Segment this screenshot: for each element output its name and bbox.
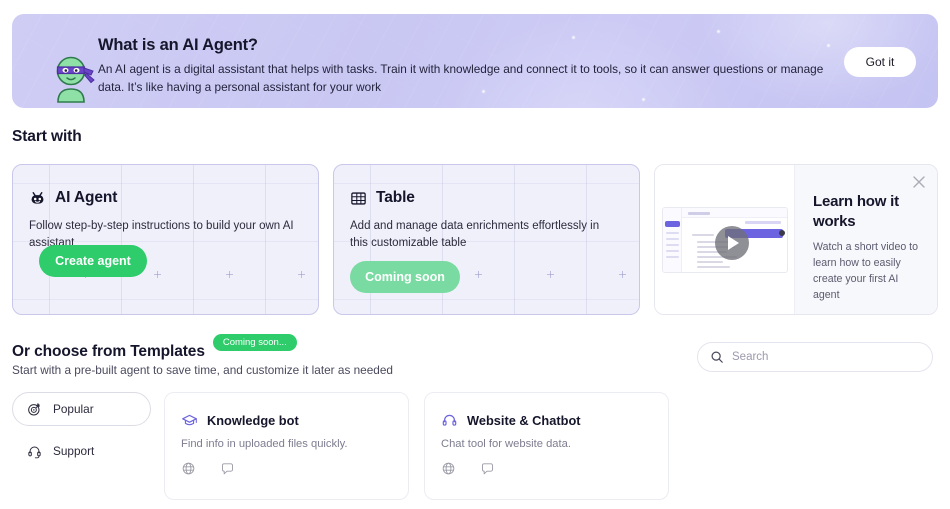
- card-title: Table: [376, 189, 415, 206]
- play-triangle: [728, 236, 739, 250]
- graduation-cap-icon: [181, 412, 198, 429]
- thumb-text-line: [697, 266, 730, 268]
- got-it-button[interactable]: Got it: [844, 47, 916, 77]
- search-icon: [710, 350, 724, 364]
- learn-text-pane: Learn how it works Watch a short video t…: [795, 165, 937, 314]
- template-card-description: Chat tool for website data.: [441, 438, 571, 450]
- globe-icon[interactable]: [441, 461, 456, 476]
- templates-subheading: Start with a pre-built agent to save tim…: [12, 363, 393, 377]
- template-card-title: Knowledge bot: [207, 413, 299, 428]
- templates-heading: Or choose from Templates: [12, 343, 205, 360]
- grid-plus-marker: [547, 271, 554, 278]
- banner-text-block: What is an AI Agent? An AI agent is a di…: [98, 34, 838, 96]
- template-card-website-chatbot[interactable]: Website & Chatbot Chat tool for website …: [424, 392, 669, 500]
- ai-agent-info-banner: What is an AI Agent? An AI agent is a di…: [12, 14, 938, 108]
- learn-card-title: Learn how it works: [813, 193, 899, 230]
- card-header: Table: [350, 189, 415, 207]
- headset-icon: [27, 444, 42, 459]
- category-label: Popular: [53, 402, 94, 416]
- thumb-cursor-dot: [779, 230, 785, 236]
- template-card-knowledge-bot[interactable]: Knowledge bot Find info in uploaded file…: [164, 392, 409, 500]
- category-label: Support: [53, 444, 95, 458]
- thumb-text-line: [692, 234, 714, 236]
- target-icon: [27, 402, 42, 417]
- thumb-sidebar-item: [666, 238, 679, 240]
- thumb-sidebar-item: [666, 232, 679, 234]
- template-search-box[interactable]: [697, 342, 933, 372]
- templates-heading-row: Or choose from Templates Coming soon...: [12, 334, 297, 362]
- table-coming-soon-button: Coming soon: [350, 261, 460, 293]
- card-title: AI Agent: [55, 189, 118, 206]
- thumb-accent-bar: [745, 221, 781, 224]
- thumb-title-bar: [688, 211, 710, 215]
- start-with-heading: Start with: [12, 128, 82, 145]
- chat-bubble-icon[interactable]: [480, 461, 495, 476]
- banner-title: What is an AI Agent?: [98, 36, 258, 54]
- globe-icon[interactable]: [181, 461, 196, 476]
- thumb-sidebar-item: [666, 244, 679, 246]
- grid-plus-marker: [475, 271, 482, 278]
- search-input[interactable]: [732, 351, 912, 363]
- close-icon[interactable]: [910, 173, 928, 191]
- thumb-sidebar-item: [666, 250, 679, 252]
- start-card-table[interactable]: Table Add and manage data enrichments ef…: [333, 164, 640, 315]
- create-agent-button[interactable]: Create agent: [39, 245, 147, 277]
- robot-head-icon: [29, 190, 46, 207]
- banner-sparkle: [642, 98, 645, 101]
- learn-how-it-works-card[interactable]: Learn how it works Watch a short video t…: [654, 164, 938, 315]
- template-card-description: Find info in uploaded files quickly.: [181, 438, 348, 450]
- template-category-list: Popular Support: [12, 392, 151, 476]
- template-card-header: Website & Chatbot: [441, 412, 581, 429]
- template-card-title: Website & Chatbot: [467, 413, 581, 428]
- banner-sparkle: [717, 30, 720, 33]
- template-card-tool-icons: [441, 461, 495, 476]
- category-item-support[interactable]: Support: [12, 434, 151, 468]
- video-thumbnail: [662, 207, 788, 273]
- start-card-ai-agent[interactable]: AI Agent Follow step-by-step instruction…: [12, 164, 319, 315]
- card-description: Add and manage data enrichments effortle…: [350, 220, 600, 249]
- table-grid-icon: [350, 190, 367, 207]
- thumb-sidebar-active: [665, 221, 680, 227]
- video-preview-pane[interactable]: [655, 165, 795, 314]
- learn-card-description: Watch a short video to learn how to easi…: [813, 241, 919, 301]
- grid-plus-marker: [298, 271, 305, 278]
- thumb-text-line: [697, 261, 723, 263]
- banner-body: An AI agent is a digital assistant that …: [98, 62, 824, 94]
- headset-icon: [441, 412, 458, 429]
- play-icon[interactable]: [715, 226, 749, 260]
- thumb-sidebar: [663, 208, 682, 272]
- chat-bubble-icon[interactable]: [220, 461, 235, 476]
- template-card-tool-icons: [181, 461, 235, 476]
- template-card-header: Knowledge bot: [181, 412, 299, 429]
- category-item-popular[interactable]: Popular: [12, 392, 151, 426]
- grid-plus-marker: [154, 271, 161, 278]
- grid-plus-marker: [226, 271, 233, 278]
- grid-plus-marker: [619, 271, 626, 278]
- thumb-sidebar-item: [666, 256, 679, 258]
- coming-soon-badge: Coming soon...: [212, 334, 297, 351]
- card-header: AI Agent: [29, 189, 117, 207]
- ninja-agent-mascot-icon: [46, 52, 98, 104]
